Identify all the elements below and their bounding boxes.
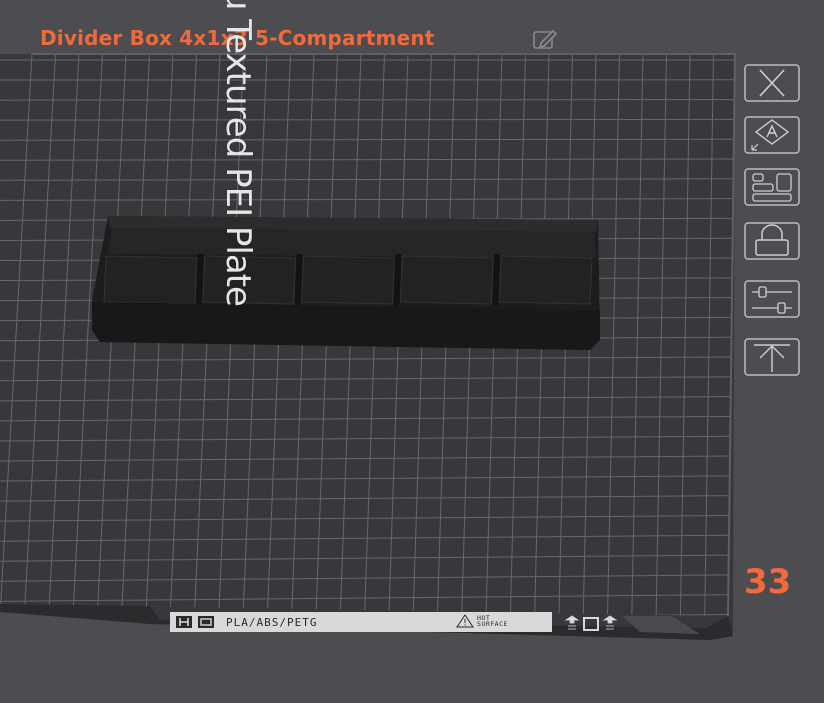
model-compartment: [103, 255, 198, 305]
grid-line-horizontal: [0, 99, 735, 101]
model-compartment: [399, 255, 494, 305]
sliders-icon: [744, 280, 800, 318]
lock-plate-button[interactable]: [744, 222, 800, 262]
brand-logo-icon: [176, 616, 214, 628]
plate-type-label: Bambu Textured PEI Plate: [217, 0, 258, 306]
model-back-wall: [108, 228, 596, 258]
model-compartment: [301, 255, 395, 305]
plate-settings-button[interactable]: [744, 168, 800, 208]
model-front-wall: [92, 302, 600, 350]
lock-open-icon: [744, 222, 800, 260]
arrange-a-icon: [744, 116, 800, 154]
move-to-top-button[interactable]: [744, 338, 800, 378]
delete-plate-button[interactable]: [744, 64, 800, 104]
material-compatibility-label: PLA/ABS/PETG: [226, 615, 318, 629]
model-compartment: [498, 255, 593, 305]
plate-sliders-button[interactable]: [744, 280, 800, 320]
plate-settings-icon: [744, 168, 800, 206]
close-x-icon: [744, 64, 800, 102]
hot-surface-text: HOT SURFACE: [477, 613, 508, 628]
divider-box-model[interactable]: [92, 216, 600, 350]
auto-arrange-button[interactable]: [744, 116, 800, 156]
build-plate: [0, 54, 735, 640]
hot-surface-warning: HOT SURFACE: [456, 614, 508, 628]
plate-label-strip: PLA/ABS/PETG HOT SURFACE: [170, 612, 552, 632]
pencil-edit-icon: [533, 29, 558, 49]
plate-corner-markers: [564, 615, 618, 631]
warning-triangle-icon: [456, 614, 474, 628]
arrow-up-icon: [744, 338, 800, 376]
plate-index-number: 33: [744, 562, 792, 602]
edit-plate-name-button[interactable]: [530, 27, 560, 53]
build-plate-scene[interactable]: [0, 0, 824, 703]
